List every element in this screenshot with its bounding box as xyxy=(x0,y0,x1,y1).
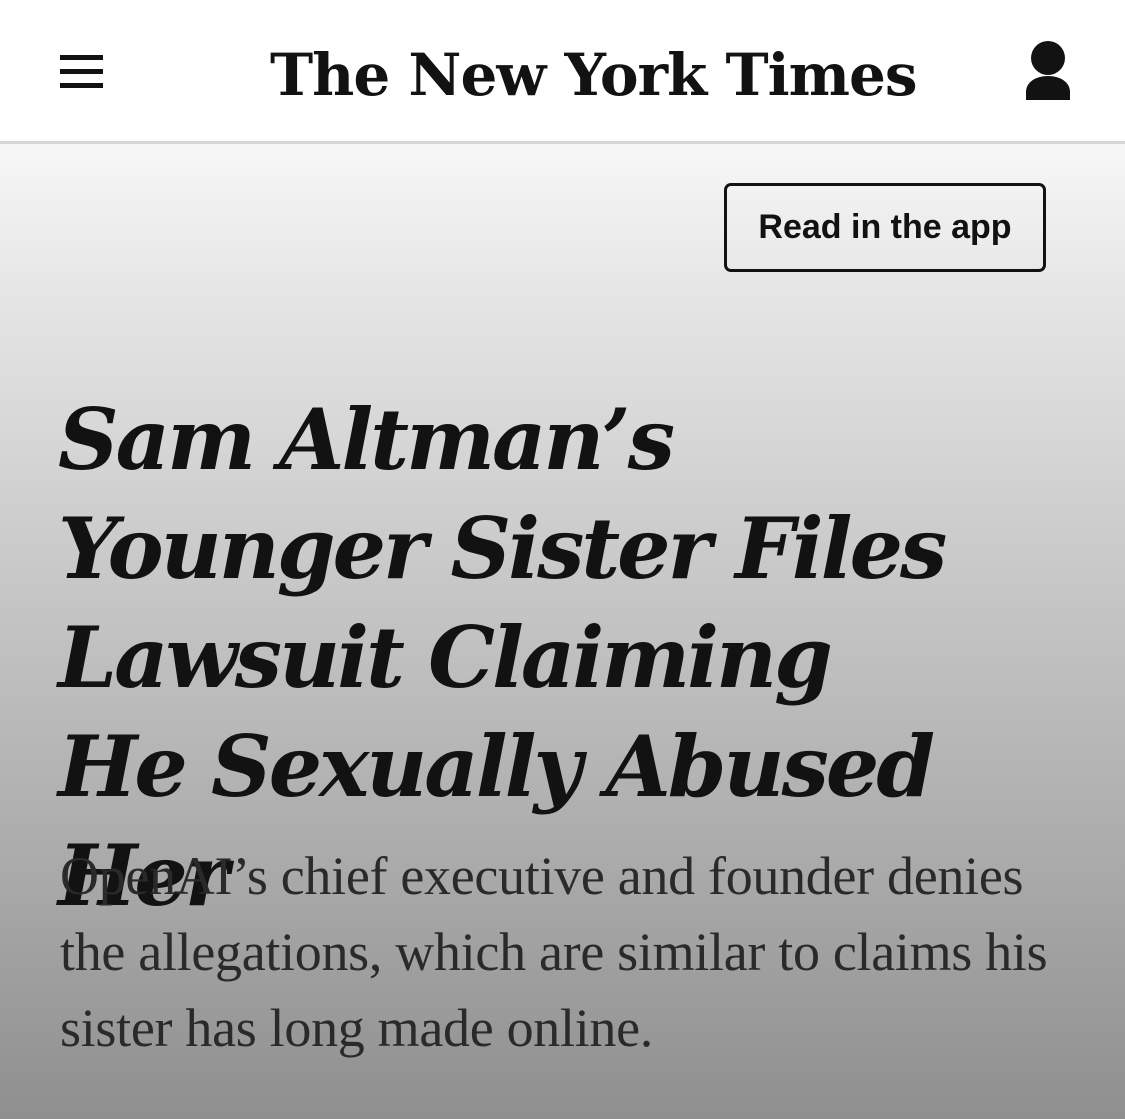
person-silhouette-icon xyxy=(1026,41,1070,100)
read-in-app-button[interactable]: Read in the app xyxy=(724,183,1046,272)
top-navigation-bar: The New York Times xyxy=(0,0,1125,144)
user-account-icon[interactable] xyxy=(1024,40,1072,102)
menu-line xyxy=(60,69,103,74)
nyt-logo[interactable]: The New York Times xyxy=(270,30,918,120)
article-summary: OpenAI’s chief executive and founder den… xyxy=(60,846,1048,1058)
menu-line xyxy=(60,83,103,88)
hamburger-menu-icon[interactable] xyxy=(60,55,103,88)
menu-line xyxy=(60,55,103,60)
